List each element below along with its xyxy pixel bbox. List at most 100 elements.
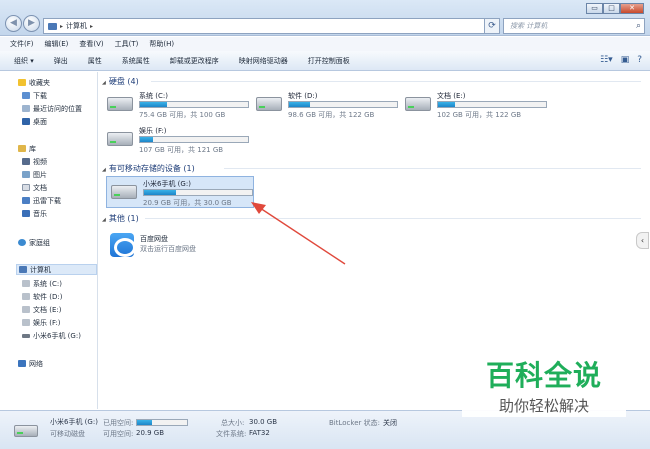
- menu-bar: 文件(F) 编辑(E) 查看(V) 工具(T) 帮助(H): [0, 37, 650, 51]
- drive-f[interactable]: 娱乐 (F:) 107 GB 可用，共 121 GB: [103, 124, 251, 156]
- properties-button[interactable]: 属性: [88, 56, 102, 66]
- refresh-button[interactable]: ⟳: [484, 18, 500, 34]
- sidebar-item-label: 库: [29, 144, 36, 153]
- star-icon: [18, 79, 26, 86]
- preview-pane-icon[interactable]: ▣: [621, 55, 630, 65]
- sidebar-item-drive-d[interactable]: 软件 (D:): [22, 291, 62, 302]
- drive-info: 20.9 GB 可用，共 30.0 GB: [143, 199, 232, 207]
- menu-edit[interactable]: 编辑(E): [45, 39, 69, 49]
- drive-info: 102 GB 可用，共 122 GB: [437, 111, 522, 119]
- details-usage-fill: [137, 420, 152, 425]
- sidebar-item-label: 娱乐 (F:): [33, 318, 61, 327]
- baidu-netdisk-icon[interactable]: [110, 233, 136, 257]
- minimize-button[interactable]: ▭: [586, 3, 603, 14]
- sidebar-libraries[interactable]: 库: [18, 143, 36, 154]
- drive-name: 文档 (E:): [437, 92, 466, 100]
- breadcrumb-computer[interactable]: 计算机: [66, 21, 87, 31]
- sidebar-network[interactable]: 网络: [18, 358, 43, 369]
- menu-view[interactable]: 查看(V): [79, 39, 103, 49]
- forward-button[interactable]: ▶: [23, 15, 40, 32]
- details-usage-bar: [136, 419, 188, 426]
- back-button[interactable]: ◀: [5, 15, 22, 32]
- search-icon[interactable]: ⌕: [636, 19, 641, 33]
- baidu-netdisk-name[interactable]: 百度网盘: [140, 234, 168, 244]
- sidebar-item-label: 文档 (E:): [33, 305, 62, 314]
- sidebar-item-drive-c[interactable]: 系统 (C:): [22, 278, 62, 289]
- eject-button[interactable]: 弹出: [54, 56, 68, 66]
- download-folder-icon: [22, 197, 30, 204]
- title-bar: ▭ □ ✕ ◀ ▶ ▸ 计算机 ▸ ▾ ⟳ 搜索 计算机 ⌕: [0, 0, 650, 36]
- details-bitlocker-label: BitLocker 状态:: [329, 419, 380, 427]
- menu-help[interactable]: 帮助(H): [149, 39, 174, 49]
- homegroup-icon: [18, 239, 26, 246]
- help-icon[interactable]: ?: [637, 55, 642, 65]
- sidebar-item-label: 图片: [33, 170, 47, 179]
- collapse-icon: ◢: [102, 217, 106, 223]
- drive-usage-bar: [437, 101, 547, 108]
- group-header-other[interactable]: ◢ 其他 (1): [102, 213, 139, 224]
- drive-usage-bar: [288, 101, 398, 108]
- drive-name: 系统 (C:): [139, 92, 168, 100]
- watermark-subtitle: 助你轻松解决: [498, 397, 589, 415]
- pictures-icon: [22, 171, 30, 178]
- details-bitlocker-value: 关闭: [383, 419, 397, 427]
- watermark: 百科全说 助你轻松解决: [462, 349, 626, 417]
- maximize-button[interactable]: □: [603, 3, 620, 14]
- sidebar-item-music[interactable]: 音乐: [22, 208, 47, 219]
- address-bar[interactable]: ▸ 计算机 ▸ ▾: [43, 18, 498, 34]
- sidebar-item-documents[interactable]: 文档: [22, 182, 47, 193]
- details-used-label: 已用空间:: [103, 419, 134, 427]
- refresh-icon: ⟳: [488, 21, 496, 31]
- organize-button[interactable]: 组织 ▾: [14, 56, 34, 66]
- sidebar-item-recent[interactable]: 最近访问的位置: [22, 103, 82, 114]
- group-divider: [151, 81, 641, 82]
- uninstall-program-button[interactable]: 卸载或更改程序: [170, 56, 219, 66]
- system-properties-button[interactable]: 系统属性: [122, 56, 150, 66]
- sidebar-item-drive-e[interactable]: 文档 (E:): [22, 304, 61, 315]
- group-label: 其他 (1): [108, 214, 139, 223]
- sidebar-item-desktop[interactable]: 桌面: [22, 116, 47, 127]
- sidebar-item-label: 文档: [33, 183, 47, 192]
- drive-d[interactable]: 软件 (D:) 98.6 GB 可用，共 122 GB: [252, 89, 400, 121]
- sidebar-homegroup[interactable]: 家庭组: [18, 237, 50, 248]
- download-folder-icon: [22, 92, 30, 99]
- details-fs-label: 文件系统:: [216, 430, 247, 438]
- search-placeholder: 搜索 计算机: [510, 22, 548, 30]
- menu-tools[interactable]: 工具(T): [115, 39, 139, 49]
- drive-icon: [107, 97, 133, 111]
- drive-usage-bar: [139, 101, 249, 108]
- drive-name: 娱乐 (F:): [139, 127, 167, 135]
- drive-g[interactable]: 小米6手机 (G:) 20.9 GB 可用，共 30.0 GB: [106, 176, 254, 208]
- sidebar-item-label: 视频: [33, 157, 47, 166]
- drive-usage-bar: [139, 136, 249, 143]
- removable-drive-icon: [14, 425, 38, 437]
- drive-name: 软件 (D:): [288, 92, 318, 100]
- change-view-icon[interactable]: ☷▾: [600, 55, 613, 65]
- sidebar-item-videos[interactable]: 视频: [22, 156, 47, 167]
- sidebar-item-drive-g[interactable]: 小米6手机 (G:): [22, 330, 81, 341]
- search-input[interactable]: 搜索 计算机 ⌕: [503, 18, 645, 34]
- drive-c[interactable]: 系统 (C:) 75.4 GB 可用，共 100 GB: [103, 89, 251, 121]
- drive-icon: [22, 319, 30, 326]
- sidebar-favorites[interactable]: 收藏夹: [18, 77, 50, 88]
- menu-file[interactable]: 文件(F): [10, 39, 34, 49]
- drive-e[interactable]: 文档 (E:) 102 GB 可用，共 122 GB: [401, 89, 549, 121]
- sidebar-item-downloads[interactable]: 下载: [22, 90, 47, 101]
- sidebar-item-drive-f[interactable]: 娱乐 (F:): [22, 317, 61, 328]
- view-tools: ☷▾ ▣ ?: [600, 55, 642, 65]
- group-header-removable[interactable]: ◢ 有可移动存储的设备 (1): [102, 163, 195, 174]
- group-divider: [145, 218, 641, 219]
- map-network-drive-button[interactable]: 映射网络驱动器: [239, 56, 288, 66]
- sidebar-item-thunder-downloads[interactable]: 迅雷下载: [22, 195, 61, 206]
- sidebar-item-pictures[interactable]: 图片: [22, 169, 47, 180]
- drive-info: 75.4 GB 可用，共 100 GB: [139, 111, 226, 119]
- drive-name: 小米6手机 (G:): [143, 180, 191, 188]
- command-bar: 组织 ▾ 弹出 属性 系统属性 卸载或更改程序 映射网络驱动器 打开控制面板 ☷…: [0, 51, 650, 71]
- open-control-panel-button[interactable]: 打开控制面板: [308, 56, 350, 66]
- close-button[interactable]: ✕: [620, 3, 644, 14]
- drive-icon: [22, 306, 30, 313]
- collapse-pane-handle[interactable]: ‹: [636, 232, 649, 249]
- desktop-icon: [22, 118, 30, 125]
- sidebar-computer[interactable]: 计算机: [16, 264, 97, 275]
- group-header-hard-disks[interactable]: ◢ 硬盘 (4): [102, 76, 139, 87]
